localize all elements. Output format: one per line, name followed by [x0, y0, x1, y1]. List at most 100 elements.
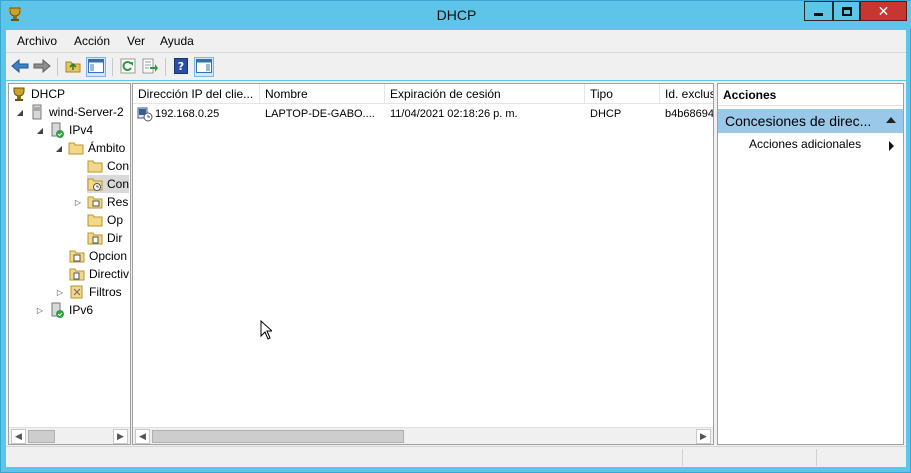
tree-horizontal-scrollbar[interactable]: ◀ ▶ — [9, 427, 130, 444]
tree-item-label: Dir — [107, 231, 123, 245]
show-hide-tree-icon — [88, 58, 104, 76]
column-header-name[interactable]: Nombre — [260, 84, 385, 104]
collapse-arrow-icon[interactable]: ◢ — [35, 126, 45, 135]
cell-ip: 192.168.0.25 — [155, 108, 220, 120]
tree-item-address-leases[interactable]: Con — [87, 175, 130, 193]
reservations-folder-icon — [87, 194, 103, 210]
toolbar: ? — [6, 52, 906, 80]
collapse-caret-icon[interactable] — [886, 117, 896, 123]
scroll-thumb[interactable] — [152, 430, 404, 443]
list-header: Dirección IP del clie... Nombre Expiraci… — [133, 84, 713, 104]
tree-item-server[interactable]: ◢ wind-Server-2 — [15, 103, 124, 121]
help-button[interactable]: ? — [171, 57, 191, 77]
content-area: DHCP ◢ wind-Server-2 ◢ IPv4 ◢ Ámbito Con — [6, 81, 906, 446]
tree-item-scope-options[interactable]: Op — [87, 211, 123, 229]
tree-item-ipv6[interactable]: ▷ IPv6 — [35, 301, 93, 319]
collapse-arrow-icon[interactable]: ◢ — [15, 108, 25, 117]
ipv6-server-icon — [49, 302, 65, 318]
filter-icon — [69, 284, 85, 300]
menu-accion[interactable]: Acción — [74, 34, 110, 48]
toolbar-separator — [112, 58, 113, 76]
tree-item-dhcp[interactable]: DHCP — [11, 85, 65, 103]
status-bar — [6, 446, 906, 467]
back-button[interactable] — [10, 57, 30, 77]
title-bar[interactable]: DHCP ✕ — [1, 1, 911, 29]
status-panel — [682, 449, 816, 466]
tree-item-policies[interactable]: Dir — [87, 229, 122, 247]
tree-item-label: Directiv — [89, 267, 130, 281]
menu-bar: Archivo Acción Ver Ayuda — [6, 30, 906, 52]
close-button[interactable]: ✕ — [860, 1, 907, 21]
column-header-ip[interactable]: Dirección IP del clie... — [133, 84, 260, 104]
refresh-icon — [120, 58, 136, 77]
minimize-button[interactable] — [804, 1, 833, 21]
tree-item-label: DHCP — [31, 87, 66, 101]
folder-icon — [87, 158, 103, 174]
options-folder-icon — [69, 248, 85, 264]
action-more-actions[interactable]: Acciones adicionales — [749, 137, 861, 151]
result-list[interactable]: Dirección IP del clie... Nombre Expiraci… — [132, 83, 714, 445]
tree-item-reservations[interactable]: ▷ Res — [73, 193, 128, 211]
menu-ayuda[interactable]: Ayuda — [160, 34, 194, 48]
show-hide-action-pane-button[interactable] — [194, 57, 214, 77]
collapse-arrow-icon[interactable]: ◢ — [54, 144, 64, 153]
status-panel — [816, 449, 904, 466]
up-folder-icon — [65, 58, 81, 77]
tree-item-label: IPv6 — [69, 303, 94, 317]
expand-arrow-icon[interactable]: ▷ — [55, 288, 65, 297]
scroll-left-icon[interactable]: ◀ — [135, 429, 150, 444]
folder-icon — [68, 140, 84, 156]
toolbar-separator — [57, 58, 58, 76]
export-list-icon — [142, 58, 158, 77]
tree-item-label: Filtros — [89, 285, 122, 299]
actions-section-leases[interactable]: Concesiones de direc... — [718, 109, 903, 133]
tree-item-label: Ámbito — [88, 141, 126, 155]
lease-computer-icon — [137, 106, 153, 124]
up-level-button[interactable] — [63, 57, 83, 77]
tree-item-label: Opcion — [89, 249, 128, 263]
tree-item-label: wind-Server-2 — [49, 105, 124, 119]
export-list-button[interactable] — [140, 57, 160, 77]
expand-arrow-icon[interactable]: ▷ — [73, 198, 83, 207]
menu-ver[interactable]: Ver — [127, 34, 145, 48]
scroll-thumb[interactable] — [28, 430, 55, 443]
tree-item-label: Op — [107, 213, 124, 227]
minimize-icon — [814, 12, 823, 16]
show-hide-action-pane-icon — [196, 58, 212, 76]
forward-button[interactable] — [32, 57, 52, 77]
expand-arrow-icon[interactable]: ▷ — [35, 306, 45, 315]
policy-folder-icon — [69, 266, 85, 282]
column-header-type[interactable]: Tipo — [585, 84, 660, 104]
forward-arrow-icon — [33, 58, 51, 76]
scroll-right-icon[interactable]: ▶ — [113, 429, 128, 444]
table-row[interactable]: 192.168.0.25 LAPTOP-DE-GABO.... 11/04/20… — [133, 105, 713, 124]
show-hide-tree-button[interactable] — [86, 57, 106, 77]
tree-item-server-options[interactable]: Opcion — [69, 247, 127, 265]
scroll-left-icon[interactable]: ◀ — [11, 429, 26, 444]
maximize-button[interactable] — [833, 1, 860, 21]
tree-item-server-policies[interactable]: Directiv — [69, 265, 129, 283]
refresh-button[interactable] — [118, 57, 138, 77]
ipv4-server-icon — [49, 122, 65, 138]
dhcp-trophy-icon — [11, 86, 27, 102]
back-arrow-icon — [11, 58, 29, 76]
tree-item-address-pool[interactable]: Con — [87, 157, 129, 175]
maximize-icon — [841, 6, 852, 16]
submenu-arrow-icon[interactable] — [889, 141, 894, 151]
actions-pane: Acciones Concesiones de direc... Accione… — [717, 83, 904, 445]
cell-name: LAPTOP-DE-GABO.... — [265, 108, 375, 120]
cell-type: DHCP — [590, 108, 622, 120]
menu-archivo[interactable]: Archivo — [17, 34, 57, 48]
mouse-cursor-icon — [260, 319, 274, 343]
lease-folder-icon — [87, 176, 103, 192]
list-horizontal-scrollbar[interactable]: ◀ ▶ — [133, 427, 713, 444]
tree-item-ambito[interactable]: ◢ Ámbito — [54, 139, 125, 157]
tree-item-label: IPv4 — [69, 123, 94, 137]
tree-item-filters[interactable]: ▷ Filtros — [55, 283, 122, 301]
scroll-right-icon[interactable]: ▶ — [696, 429, 711, 444]
tree-item-ipv4[interactable]: ◢ IPv4 — [35, 121, 93, 139]
column-header-expiration[interactable]: Expiración de cesión — [385, 84, 585, 104]
console-tree[interactable]: DHCP ◢ wind-Server-2 ◢ IPv4 ◢ Ámbito Con — [8, 83, 131, 445]
tree-item-label: Res — [107, 195, 129, 209]
column-header-unique-id[interactable]: Id. exclus — [660, 84, 713, 104]
